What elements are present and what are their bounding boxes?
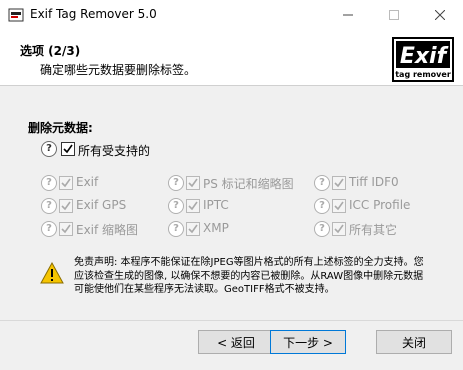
maximize-button[interactable] <box>371 0 417 30</box>
exif-logo: Exif tag remover <box>392 37 454 82</box>
help-icon[interactable]: ? <box>41 141 57 157</box>
minimize-button[interactable] <box>325 0 371 30</box>
help-icon[interactable]: ? <box>168 175 184 191</box>
icc-profile-checkbox[interactable] <box>332 199 346 213</box>
icc-profile-label: ICC Profile <box>349 198 411 212</box>
close-button[interactable]: 关闭 <box>376 330 452 354</box>
ps-thumbnail-label: PS 标记和缩略图 <box>203 177 294 191</box>
tiff-idf0-label: Tiff IDF0 <box>349 175 399 189</box>
xmp-checkbox[interactable] <box>186 222 200 236</box>
checkmark-icon <box>61 224 71 234</box>
iptc-checkbox[interactable] <box>186 199 200 213</box>
checkmark-icon <box>188 178 198 188</box>
tiff-idf0-checkbox[interactable] <box>332 176 346 190</box>
help-icon[interactable]: ? <box>314 175 330 191</box>
all-supported-checkbox[interactable] <box>61 142 75 156</box>
help-icon[interactable]: ? <box>41 198 57 214</box>
help-icon[interactable]: ? <box>41 175 57 191</box>
step-subtitle: 确定哪些元数据要删除标签。 <box>40 63 197 77</box>
all-others-label: 所有其它 <box>349 223 398 237</box>
checkmark-icon <box>61 178 71 188</box>
window-title: Exif Tag Remover 5.0 <box>30 7 157 21</box>
help-icon[interactable]: ? <box>168 198 184 214</box>
minimize-icon <box>343 14 353 16</box>
xmp-label: XMP <box>203 221 229 235</box>
close-window-button[interactable] <box>417 0 463 30</box>
warning-icon <box>40 262 64 284</box>
exif-gps-checkbox[interactable] <box>59 199 73 213</box>
checkmark-icon <box>61 201 71 211</box>
ps-thumbnail-checkbox[interactable] <box>186 176 200 190</box>
checkmark-icon <box>63 144 73 154</box>
exif-label: Exif <box>76 175 99 189</box>
maximize-icon <box>389 10 399 20</box>
title-bar: Exif Tag Remover 5.0 <box>0 0 463 30</box>
help-icon[interactable]: ? <box>314 198 330 214</box>
checkmark-icon <box>334 201 344 211</box>
logo-subword: tag remover <box>395 70 451 79</box>
back-button[interactable]: < 返回 <box>198 330 274 354</box>
close-icon <box>435 10 445 20</box>
logo-word: Exif <box>400 44 449 69</box>
exif-gps-label: Exif GPS <box>76 198 127 212</box>
checkmark-icon <box>334 178 344 188</box>
help-icon[interactable]: ? <box>168 221 184 237</box>
iptc-label: IPTC <box>203 198 229 212</box>
checkmark-icon <box>334 224 344 234</box>
all-others-checkbox[interactable] <box>332 222 346 236</box>
next-button[interactable]: 下一步 > <box>270 330 346 354</box>
section-label: 删除元数据: <box>28 121 93 135</box>
footer-divider <box>0 320 463 321</box>
help-icon[interactable]: ? <box>41 221 57 237</box>
exif-checkbox[interactable] <box>59 176 73 190</box>
disclaimer-text: 免责声明: 本程序不能保证在除JPEG等图片格式的所有上述标签的全力支持。您应该… <box>74 257 424 295</box>
checkmark-icon <box>188 224 198 234</box>
exif-thumbnail-checkbox[interactable] <box>59 222 73 236</box>
app-icon <box>8 8 24 22</box>
checkmark-icon <box>188 201 198 211</box>
step-title: 选项 (2/3) <box>20 44 81 58</box>
exif-thumbnail-label: Exif 缩略图 <box>76 223 139 237</box>
help-icon[interactable]: ? <box>314 221 330 237</box>
wizard-header: 选项 (2/3) 确定哪些元数据要删除标签。 Exif tag remover <box>0 30 463 86</box>
all-supported-label: 所有受支持的 <box>78 144 151 158</box>
